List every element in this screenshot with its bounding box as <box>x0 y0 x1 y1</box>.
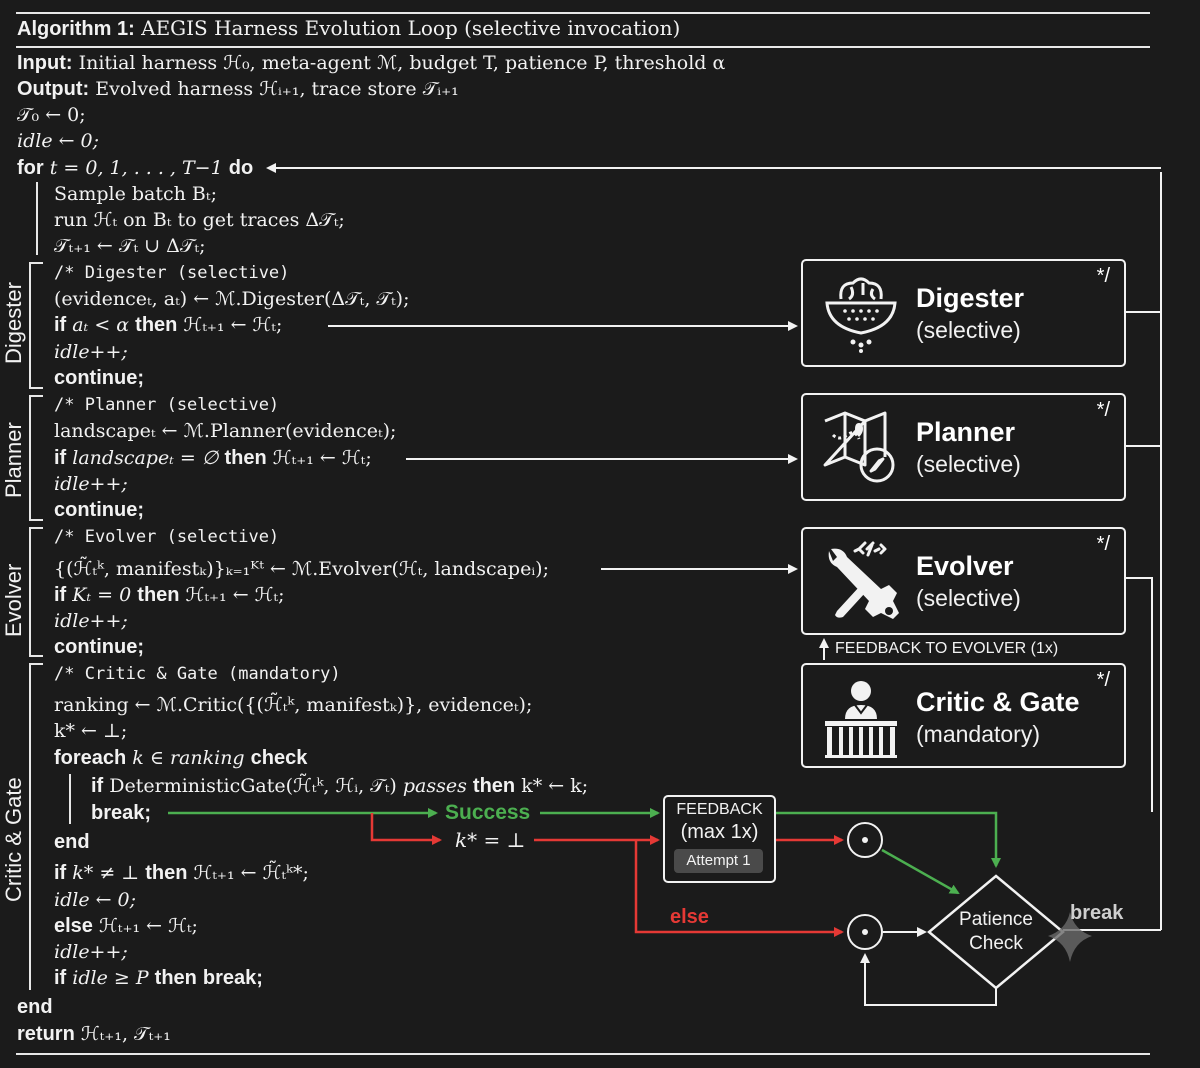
patience-label-2: Check <box>969 933 1023 954</box>
brain-sieve-icon <box>825 277 897 353</box>
patience-diamond <box>927 874 1065 990</box>
break-label: break <box>1070 902 1124 924</box>
kstar-bottom-label: k* = ⊥ <box>455 828 526 852</box>
attempt-badge: Attempt 1 <box>674 849 763 873</box>
evolver-box-subtitle: (selective) <box>916 585 1021 611</box>
digester-box: Digester (selective) */ <box>801 259 1126 367</box>
planner-box-title: Planner <box>916 417 1016 447</box>
critic-box: Critic & Gate (mandatory) */ <box>801 663 1126 768</box>
digester-box-title: Digester <box>916 283 1025 313</box>
else-label: else <box>670 906 709 928</box>
wrench-code-icon <box>828 541 899 619</box>
feedback-to-evolver-label: FEEDBACK TO EVOLVER (1x) <box>835 640 1059 657</box>
critic-bracket <box>29 663 43 990</box>
evolver-box: Evolver (selective) */ <box>801 527 1126 635</box>
gatekeeper-icon <box>825 681 897 758</box>
feedback-box: FEEDBACK (max 1x) Attempt 1 <box>663 795 776 883</box>
patience-label-1: Patience <box>959 909 1033 930</box>
critic-box-subtitle: (mandatory) <box>916 721 1040 747</box>
feedback-title: FEEDBACK <box>676 801 763 818</box>
evolver-box-comment-close: */ <box>1096 533 1110 555</box>
planner-bracket <box>29 395 43 521</box>
evolver-box-title: Evolver <box>916 551 1014 581</box>
digester-box-subtitle: (selective) <box>916 317 1021 343</box>
map-compass-icon <box>823 411 895 483</box>
merge-to-patience-green <box>881 848 960 895</box>
fail-branch <box>370 813 442 845</box>
planner-box-comment-close: */ <box>1096 399 1110 421</box>
evolver-bracket <box>29 527 43 657</box>
planner-box-subtitle: (selective) <box>916 451 1021 477</box>
digester-bracket <box>29 262 43 389</box>
digester-box-comment-close: */ <box>1096 265 1110 287</box>
planner-box: Planner (selective) */ <box>801 393 1126 501</box>
success-label: Success <box>445 801 531 824</box>
feedback-max: (max 1x) <box>680 821 759 843</box>
critic-box-title: Critic & Gate <box>916 687 1080 717</box>
critic-box-comment-close: */ <box>1096 669 1110 691</box>
critic-rail <box>1124 577 1153 812</box>
